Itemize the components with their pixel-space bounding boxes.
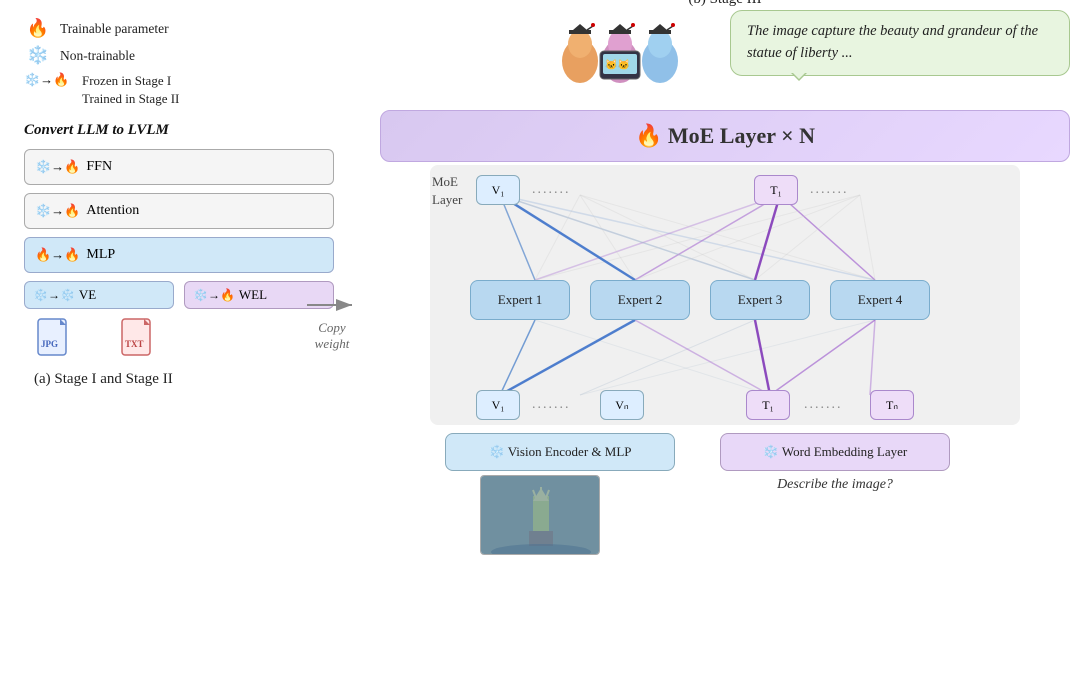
mlp-icon-group: 🔥→🔥 (35, 247, 80, 263)
legend-item-trainable: 🔥 Trainable parameter (24, 18, 334, 39)
ffn-icon-group: ❄️→🔥 (35, 159, 80, 175)
legend: 🔥 Trainable parameter ❄️ Non-trainable ❄… (24, 18, 334, 108)
wel-icon: ❄️→🔥 (193, 288, 235, 303)
wel-label: WEL (239, 287, 267, 303)
expert-1-label: Expert 1 (498, 292, 542, 308)
frozen-arrow-icon: ❄️→🔥 (24, 72, 74, 88)
moe-diagram: MoE Layer (380, 165, 1070, 495)
moe-bar-text: 🔥 MoE Layer × N (635, 123, 815, 149)
ve-wel-row: ❄️→❄️ VE ❄️→🔥 WEL (24, 281, 334, 309)
txt-file-icon: TXT (120, 317, 158, 361)
vn-bot-node: Vₙ (600, 390, 644, 420)
ve-icon: ❄️→❄️ (33, 288, 75, 303)
svg-text:TXT: TXT (125, 339, 144, 349)
copy-weight-label: Copy weight (315, 320, 350, 352)
ffn-box: ❄️→🔥 FFN (24, 149, 334, 185)
v1-bot-node: V₁ (476, 390, 520, 420)
legend-item-frozen: ❄️→🔥 Frozen in Stage ITrained in Stage I… (24, 72, 334, 108)
vn-bot-label: Vₙ (615, 398, 628, 413)
attention-label: Attention (86, 203, 139, 219)
copy-weight-area: Copy weight (302, 290, 362, 352)
expert-2-label: Expert 2 (618, 292, 662, 308)
expert-3-label: Expert 3 (738, 292, 782, 308)
v1-top-node: V₁ (476, 175, 520, 205)
image-thumbnail (480, 475, 600, 555)
speech-bubble-text: The image capture the beauty and grandeu… (747, 23, 1038, 61)
fire-icon: 🔥 (24, 18, 52, 39)
word-embedding-label: ❄️ Word Embedding Layer (763, 444, 908, 460)
top-left-dots: ....... (532, 182, 571, 198)
jpg-file-icon: JPG (36, 317, 74, 361)
tn-bot-label: Tₙ (886, 398, 898, 413)
describe-label: Describe the image? (777, 477, 893, 492)
describe-text: Describe the image? (720, 477, 950, 493)
t1-bot-label: T₁ (762, 398, 774, 413)
svg-text:🐱🐱: 🐱🐱 (605, 59, 630, 71)
tn-bot-node: Tₙ (870, 390, 914, 420)
speech-bubble: The image capture the beauty and grandeu… (730, 10, 1070, 76)
attention-box: ❄️→🔥 Attention (24, 193, 334, 229)
stage-iii-text: (b) Stage III (688, 0, 761, 7)
left-panel: 🔥 Trainable parameter ❄️ Non-trainable ❄… (24, 18, 334, 388)
stage-iii-label: (b) Stage III (380, 0, 1070, 8)
moe-bar: 🔥 MoE Layer × N (380, 110, 1070, 162)
snowflake-icon: ❄️ (24, 45, 52, 66)
vision-encoder-box: ❄️ Vision Encoder & MLP (445, 433, 675, 471)
top-right-dots: ....... (810, 182, 849, 198)
page: 🔥 Trainable parameter ❄️ Non-trainable ❄… (0, 0, 1080, 691)
file-icons-row: JPG TXT (24, 317, 334, 361)
expert-3-box: Expert 3 (710, 280, 810, 320)
svg-text:JPG: JPG (41, 339, 58, 349)
mlp-label: MLP (86, 247, 115, 263)
word-embedding-box: ❄️ Word Embedding Layer (720, 433, 950, 471)
expert-2-box: Expert 2 (590, 280, 690, 320)
expert-4-label: Expert 4 (858, 292, 902, 308)
llama-image-area: 🐱🐱 (540, 10, 700, 90)
mlp-box: 🔥→🔥 MLP (24, 237, 334, 273)
ffn-label: FFN (86, 159, 112, 175)
t1-top-label: T₁ (770, 183, 782, 198)
moe-layer-label: MoE Layer (432, 173, 462, 209)
legend-trainable-text: Trainable parameter (60, 21, 169, 37)
bot-left-dots: ....... (532, 397, 571, 413)
attention-icon-group: ❄️→🔥 (35, 203, 80, 219)
legend-item-nontrainable: ❄️ Non-trainable (24, 45, 334, 66)
vision-encoder-label: ❄️ Vision Encoder & MLP (489, 444, 632, 460)
t1-top-node: T₁ (754, 175, 798, 205)
llama-placeholder: 🐱🐱 (545, 6, 695, 95)
ve-box: ❄️→❄️ VE (24, 281, 174, 309)
legend-frozen-text: Frozen in Stage ITrained in Stage II (82, 72, 179, 108)
v1-bot-label: V₁ (492, 398, 505, 413)
expert-1-box: Expert 1 (470, 280, 570, 320)
t1-bot-node: T₁ (746, 390, 790, 420)
ve-label: VE (79, 287, 96, 303)
legend-nontrainable-text: Non-trainable (60, 48, 135, 64)
stage-i-ii-label: (a) Stage I and Stage II (24, 371, 334, 388)
bot-right-dots: ....... (804, 397, 843, 413)
v1-top-label: V₁ (492, 183, 505, 198)
moe-label-text: MoE Layer (432, 174, 462, 207)
expert-4-box: Expert 4 (830, 280, 930, 320)
convert-title: Convert LLM to LVLM (24, 122, 334, 139)
